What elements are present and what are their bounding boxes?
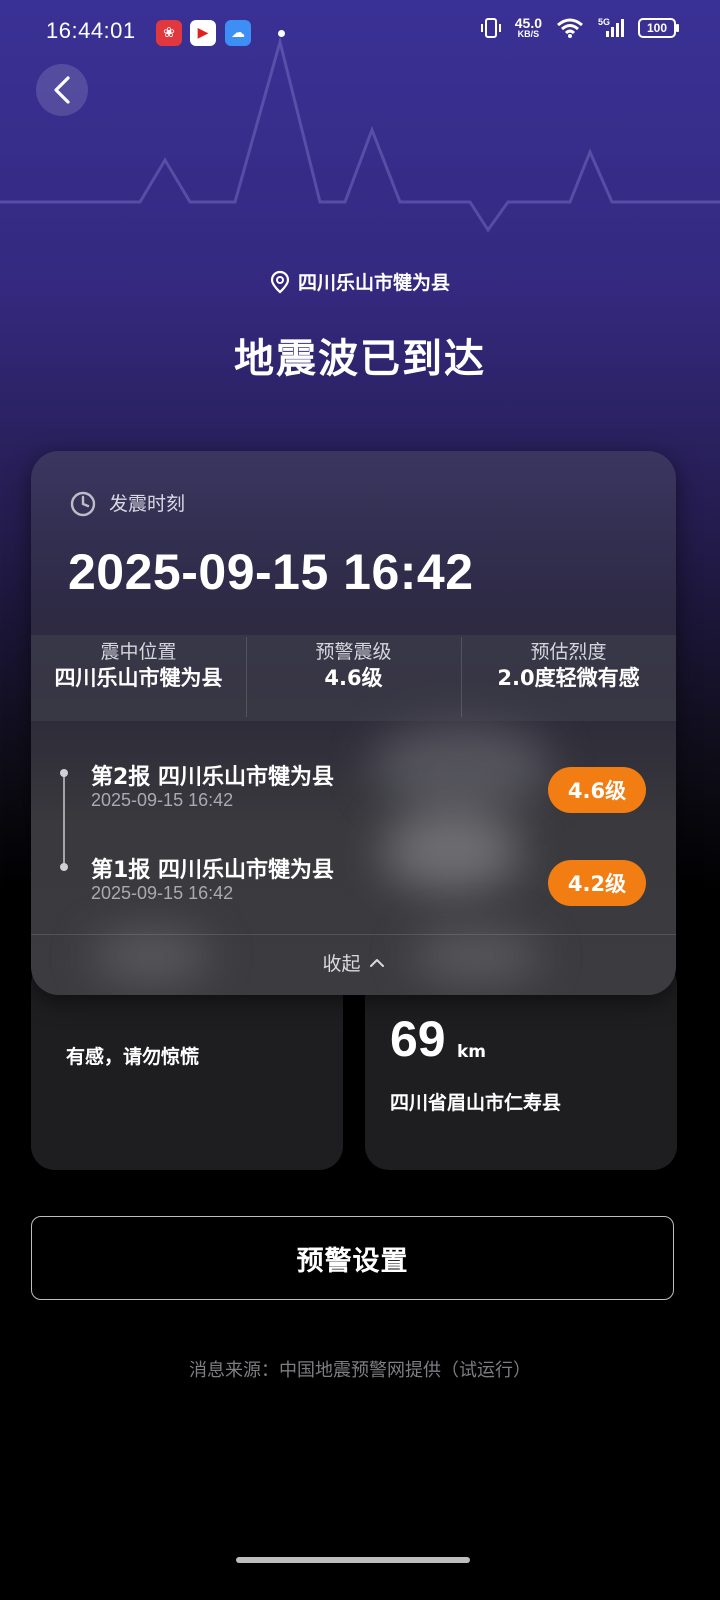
blur-decoration: [381, 811, 521, 891]
home-indicator[interactable]: [236, 1557, 470, 1563]
source-text: 消息来源：中国地震预警网提供（试运行）: [189, 1360, 531, 1381]
card-divider: [31, 934, 676, 935]
intensity-info: 预估烈度 2.0度轻微有感: [461, 635, 676, 721]
quake-time-label: 发震时刻: [109, 493, 186, 515]
page-title: 地震波已到达: [234, 336, 486, 382]
felt-advice-text: 有感，请勿惊慌: [66, 1046, 200, 1068]
timeline-dot: [60, 863, 68, 871]
report-1-magnitude-badge: 4.2级: [548, 860, 646, 906]
chevron-up-icon: [369, 958, 384, 967]
clock-icon: [70, 491, 96, 517]
report-1-title: 第1报 四川乐山市犍为县: [91, 858, 334, 883]
report-2-title: 第2报 四川乐山市犍为县: [91, 765, 334, 790]
magnitude-info: 预警震级 4.6级: [246, 635, 461, 721]
user-location-text: 四川省眉山市仁寿县: [390, 1092, 562, 1114]
collapse-label: 收起: [322, 953, 361, 975]
seismic-wave-decoration: [0, 36, 720, 233]
blur-decoration: [371, 721, 551, 811]
report-1-time: 2025-09-15 16:42: [91, 883, 234, 903]
timeline-dot: [60, 769, 68, 777]
quake-location: 四川乐山市犍为县: [0, 268, 720, 295]
collapse-button[interactable]: 收起: [31, 949, 676, 976]
quake-info-card: 发震时刻 2025-09-15 16:42 震中位置 四川乐山市犍为县 预警震级…: [31, 451, 676, 995]
distance-value: 69: [390, 1011, 446, 1067]
back-button[interactable]: [36, 64, 88, 116]
distance-unit: km: [457, 1042, 487, 1062]
quake-time-value: 2025-09-15 16:42: [68, 544, 474, 600]
timeline-line: [63, 773, 65, 869]
back-icon: [54, 76, 70, 104]
quake-info-row: 震中位置 四川乐山市犍为县 预警震级 4.6级 预估烈度 2.0度轻微有感: [31, 635, 676, 721]
alert-settings-button[interactable]: 预警设置: [31, 1216, 674, 1300]
report-2-magnitude-badge: 4.6级: [548, 767, 646, 813]
location-text: 四川乐山市犍为县: [297, 272, 450, 294]
report-2-time: 2025-09-15 16:42: [91, 790, 234, 810]
epicenter-info: 震中位置 四川乐山市犍为县: [54, 641, 223, 690]
location-pin-icon: [270, 270, 290, 293]
